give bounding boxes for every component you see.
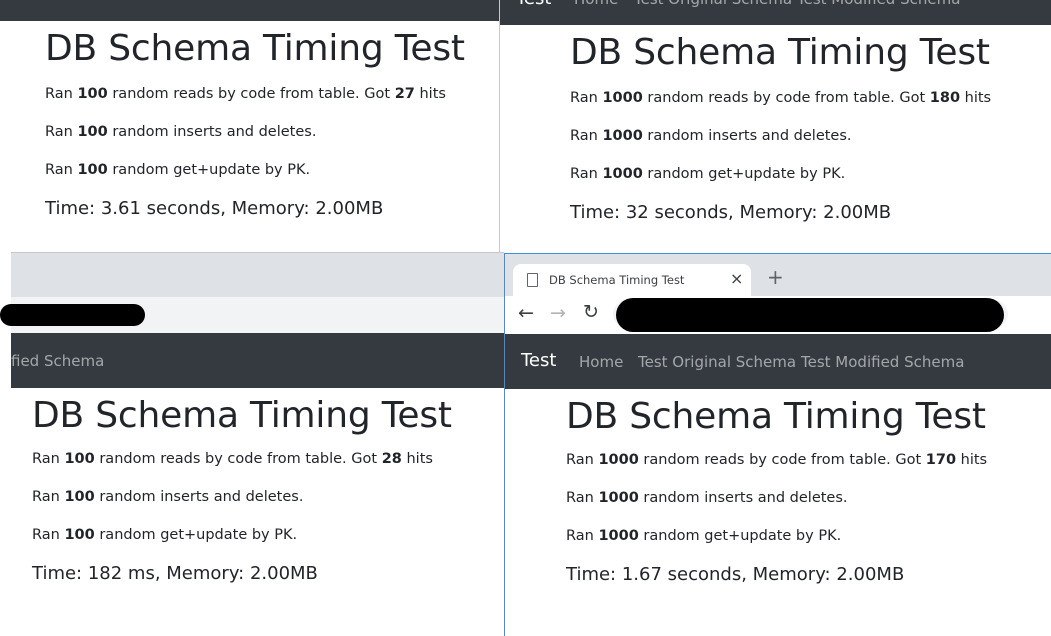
redacted-url xyxy=(616,298,1004,332)
browser-tab-strip xyxy=(11,252,504,297)
navbar-brand[interactable]: Test xyxy=(516,0,551,9)
page-content: DB Schema Timing Test Ran 1000 random re… xyxy=(570,32,991,223)
timing-summary: Time: 1.67 seconds, Memory: 2.00MB xyxy=(566,564,905,585)
page-title: DB Schema Timing Test xyxy=(32,395,452,436)
nav-link-test-original-schema[interactable]: Test Original Schema xyxy=(638,353,796,371)
page-icon xyxy=(527,273,538,287)
timing-summary: Time: 32 seconds, Memory: 2.00MB xyxy=(570,202,892,223)
browser-tab-strip: DB Schema Timing Test × + xyxy=(505,254,1051,296)
top-left-window: DB Schema Timing Test Ran 100 random rea… xyxy=(0,0,499,252)
timing-summary: Time: 3.61 seconds, Memory: 2.00MB xyxy=(45,198,384,219)
nav-link-home[interactable]: Home xyxy=(579,353,623,371)
page-content: DB Schema Timing Test Ran 100 random rea… xyxy=(32,395,452,584)
page-title: DB Schema Timing Test xyxy=(566,396,986,437)
navbar: Test Home Test Original Schema Test Modi… xyxy=(500,0,1051,25)
redacted-address-bar xyxy=(0,304,145,326)
page-title: DB Schema Timing Test xyxy=(570,32,990,73)
inserts-result: Ran 1000 random inserts and deletes. xyxy=(570,128,852,144)
navbar xyxy=(0,0,499,21)
browser-tab[interactable]: DB Schema Timing Test × xyxy=(513,264,751,296)
back-icon[interactable]: ← xyxy=(518,302,534,324)
page-title: DB Schema Timing Test xyxy=(45,28,465,69)
navbar: Test Home Test Original Schema Test Modi… xyxy=(505,334,1051,389)
updates-result: Ran 1000 random get+update by PK. xyxy=(570,166,846,182)
navbar: fied Schema xyxy=(11,333,504,388)
page-content: DB Schema Timing Test Ran 100 random rea… xyxy=(45,28,465,219)
tab-title: DB Schema Timing Test xyxy=(549,273,685,287)
updates-result: Ran 1000 random get+update by PK. xyxy=(566,528,842,544)
inserts-result: Ran 100 random inserts and deletes. xyxy=(32,489,304,505)
inserts-result: Ran 100 random inserts and deletes. xyxy=(45,124,317,140)
forward-icon[interactable]: → xyxy=(550,302,566,324)
updates-result: Ran 100 random get+update by PK. xyxy=(45,162,311,178)
reads-result: Ran 100 random reads by code from table.… xyxy=(45,86,446,102)
reads-result: Ran 1000 random reads by code from table… xyxy=(570,90,992,106)
timing-summary: Time: 182 ms, Memory: 2.00MB xyxy=(32,563,318,584)
nav-link-home[interactable]: Home xyxy=(574,0,618,8)
inserts-result: Ran 1000 random inserts and deletes. xyxy=(566,490,848,506)
reads-result: Ran 100 random reads by code from table.… xyxy=(32,451,433,467)
navbar-brand[interactable]: Test xyxy=(521,350,556,371)
nav-link-test-modified-schema[interactable]: fied Schema xyxy=(11,352,104,370)
new-tab-icon[interactable]: + xyxy=(767,265,784,289)
nav-link-test-modified-schema[interactable]: Test Modified Schema xyxy=(797,0,960,8)
reload-icon[interactable]: ↻ xyxy=(583,301,599,323)
page-content: DB Schema Timing Test Ran 1000 random re… xyxy=(566,396,987,585)
nav-link-test-modified-schema[interactable]: Test Modified Schema xyxy=(801,353,964,371)
updates-result: Ran 100 random get+update by PK. xyxy=(32,527,298,543)
close-icon[interactable]: × xyxy=(730,269,743,288)
reads-result: Ran 1000 random reads by code from table… xyxy=(566,452,988,468)
nav-link-test-original-schema[interactable]: Test Original Schema xyxy=(634,0,792,8)
top-right-window: Test Home Test Original Schema Test Modi… xyxy=(500,0,1051,252)
